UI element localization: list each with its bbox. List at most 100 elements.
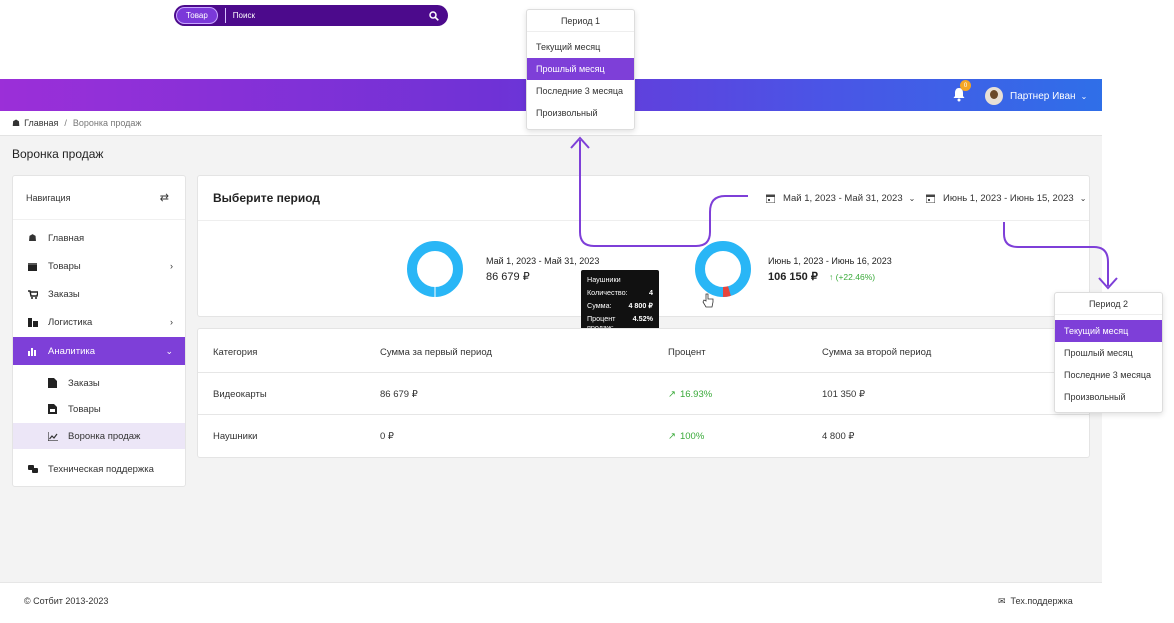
donut2-slice-videocards[interactable] xyxy=(695,241,751,297)
tooltip-title: Наушники xyxy=(587,275,621,284)
table-cell-percent: ↗ 16.93% xyxy=(668,389,712,400)
sidebar-subitem-label: Воронка продаж xyxy=(68,430,141,442)
table-row[interactable]: Наушники 0 ₽ ↗ 100% 4 800 ₽ xyxy=(198,415,1089,457)
period1-dropdown: Период 1 Текущий месяц Прошлый месяц Пос… xyxy=(526,9,635,130)
chevron-right-icon: › xyxy=(170,317,173,327)
growth-indicator: ↑ (+22.46%) xyxy=(829,272,875,282)
tooltip-sum: 4 800 ₽ xyxy=(628,301,653,310)
cart-icon xyxy=(27,289,38,299)
home-icon: ☗ xyxy=(28,232,37,244)
brand-logo[interactable]: MARKETPLACE xyxy=(12,9,93,19)
sidebar-item-label: Товары xyxy=(48,260,81,272)
table-header-row: Категория Сумма за первый период Процент… xyxy=(198,329,1089,373)
dropdown-option[interactable]: Последние 3 месяца xyxy=(1055,364,1162,386)
dropdown-option[interactable]: Произвольный xyxy=(527,102,634,124)
page-title: Воронка продаж xyxy=(12,147,104,161)
chevron-right-icon: › xyxy=(170,261,173,271)
table-cell-category: Наушники xyxy=(213,431,258,442)
dropdown-option[interactable]: Последние 3 месяца xyxy=(527,80,634,102)
percent-value: 16.93% xyxy=(679,389,713,400)
avatar xyxy=(985,87,1003,105)
tooltip-qty: 4 xyxy=(649,288,653,297)
search-scope-button[interactable]: Товар xyxy=(176,7,218,24)
dropdown-title: Период 2 xyxy=(1055,293,1162,315)
sidebar-item-logistics[interactable]: Логистика › xyxy=(13,308,185,336)
trend-up-icon: ↗ xyxy=(668,431,676,442)
period1-range: Май 1, 2023 - Май 31, 2023 xyxy=(783,193,903,204)
donut1-slice-main[interactable] xyxy=(407,241,463,297)
chevron-down-icon: ⌄ xyxy=(1079,194,1087,203)
sidebar-item-label: Заказы xyxy=(48,288,80,300)
sidebar-item-label: Техническая поддержка xyxy=(48,463,154,475)
sidebar-title: Навигация xyxy=(26,192,71,203)
table-cell-percent: ↗ 100% xyxy=(668,431,704,442)
period1-picker[interactable]: Май 1, 2023 - Май 31, 2023 ⌄ xyxy=(766,193,915,204)
donut2-label: Июнь 1, 2023 - Июнь 16, 2023 xyxy=(768,256,892,266)
table-cell-second: 4 800 ₽ xyxy=(822,431,855,442)
donut-chart-period2[interactable] xyxy=(690,236,756,302)
table-row[interactable]: Видеокарты 86 679 ₽ ↗ 16.93% 101 350 ₽ xyxy=(198,373,1089,415)
brand-name: MARKETPLACE xyxy=(29,9,93,19)
sidebar-item-label: Главная xyxy=(48,232,85,244)
donut1-label: Май 1, 2023 - Май 31, 2023 xyxy=(486,256,600,266)
product-doc-icon xyxy=(47,404,58,414)
chevron-down-icon: ⌄ xyxy=(908,194,916,203)
sidebar-subitem-sales-funnel[interactable]: Воронка продаж xyxy=(13,423,185,449)
donut-chart-period1[interactable] xyxy=(407,236,463,302)
hand-cursor-icon xyxy=(702,293,714,308)
sidebar-item-label: Аналитика xyxy=(48,345,96,357)
marketplace-logo-icon xyxy=(12,9,26,19)
sidebar-item-products[interactable]: Товары › xyxy=(13,252,185,280)
dropdown-option[interactable]: Прошлый месяц xyxy=(1055,342,1162,364)
calendar-icon xyxy=(766,194,775,203)
sidebar-subitem-products[interactable]: Товары xyxy=(13,396,185,422)
calendar-icon xyxy=(926,194,935,203)
box-icon xyxy=(27,262,38,271)
user-menu[interactable]: Партнер Иван ⌄ xyxy=(985,87,1087,105)
dropdown-title: Период 1 xyxy=(527,10,634,32)
sidebar-item-label: Логистика xyxy=(48,316,93,328)
breadcrumb-home[interactable]: Главная xyxy=(24,118,58,128)
table-cell-second: 101 350 ₽ xyxy=(822,389,866,400)
arrow-up-icon: ↑ xyxy=(829,272,834,282)
search-icon[interactable] xyxy=(429,10,439,21)
home-icon: ☗ xyxy=(12,117,21,128)
dropdown-option-selected[interactable]: Прошлый месяц xyxy=(527,58,634,80)
category-table: Категория Сумма за первый период Процент… xyxy=(197,328,1090,458)
search-input[interactable]: Поиск xyxy=(233,11,429,20)
sidebar-subitem-label: Заказы xyxy=(68,377,100,389)
sidebar-subitem-orders[interactable]: Заказы xyxy=(13,370,185,396)
search-bar: Товар Поиск xyxy=(174,5,448,26)
dropdown-option[interactable]: Произвольный xyxy=(1055,386,1162,408)
sidebar-header: Навигация ⇄ xyxy=(13,176,185,220)
dropdown-option[interactable]: Текущий месяц xyxy=(527,36,634,58)
period2-range: Июнь 1, 2023 - Июнь 15, 2023 xyxy=(943,193,1074,204)
chat-icon: ✉ xyxy=(998,596,1006,606)
trend-up-icon: ↗ xyxy=(668,389,676,400)
footer-support-link[interactable]: ✉ Тех.поддержка xyxy=(998,596,1073,607)
donut2-amount: 106 150 ₽ xyxy=(768,271,818,283)
dropdown-option-selected[interactable]: Текущий месяц xyxy=(1055,320,1162,342)
sidebar-item-home[interactable]: ☗ Главная xyxy=(13,224,185,252)
percent-value: 100% xyxy=(679,431,705,442)
sidebar-item-analytics[interactable]: Аналитика ⌄ xyxy=(13,337,185,365)
tooltip-sum-label: Сумма: xyxy=(587,301,612,310)
footer-copyright: © Сотбит 2013-2023 xyxy=(24,596,109,606)
warehouse-icon xyxy=(27,317,38,327)
user-name: Партнер Иван xyxy=(1010,90,1076,102)
sidebar-item-orders[interactable]: Заказы xyxy=(13,280,185,308)
tooltip-qty-label: Количество: xyxy=(587,288,628,297)
footer: © Сотбит 2013-2023 ✉ Тех.поддержка xyxy=(0,582,1102,623)
sidebar-item-support[interactable]: Техническая поддержка xyxy=(13,455,185,483)
notification-badge: 0 xyxy=(960,80,971,91)
period2-picker[interactable]: Июнь 1, 2023 - Июнь 15, 2023 ⌄ xyxy=(926,193,1086,204)
sidebar-subitem-label: Товары xyxy=(68,403,101,415)
chart-tooltip: Наушники Количество: 4 Сумма: 4 800 ₽ Проц… xyxy=(581,270,659,336)
sidebar: Навигация ⇄ ☗ Главная Товары › Заказы Ло… xyxy=(12,175,186,487)
donut1-amount: 86 679 ₽ xyxy=(486,271,530,283)
table-cell-first: 0 ₽ xyxy=(380,431,394,442)
table-cell-first: 86 679 ₽ xyxy=(380,389,418,400)
table-cell-category: Видеокарты xyxy=(213,389,267,400)
swap-icon[interactable]: ⇄ xyxy=(160,191,169,204)
table-header: Процент xyxy=(668,347,706,358)
